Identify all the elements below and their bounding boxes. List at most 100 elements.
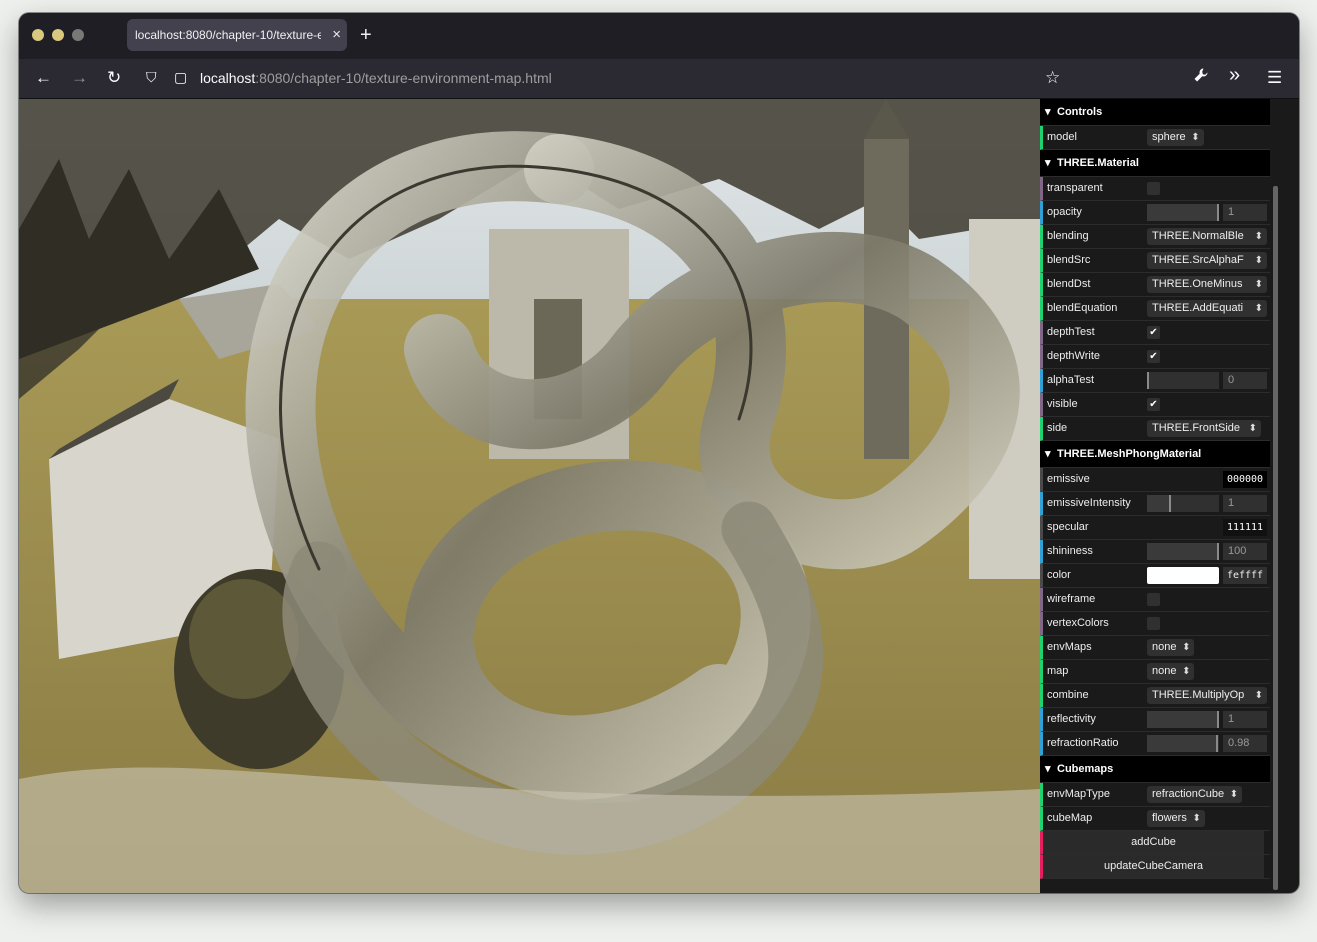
visible-checkbox[interactable]: ✔ [1147,398,1160,411]
forward-arrow-icon[interactable]: → [71,67,88,89]
combine-select[interactable]: THREE.MultiplyOp [1147,687,1267,704]
vertexcolors-label: vertexColors [1047,617,1109,629]
cubemap-label: cubeMap [1047,812,1093,824]
emissiveintensity-input[interactable]: 1 [1223,495,1267,512]
new-tab-button[interactable]: + [360,23,372,47]
map-row: map none [1040,660,1270,684]
shininess-input[interactable]: 100 [1223,543,1267,560]
emissive-row: emissive 000000 [1040,468,1270,492]
transparent-checkbox[interactable] [1147,182,1160,195]
reload-icon[interactable]: ↻ [107,67,121,89]
visible-row: visible ✔ [1040,393,1270,417]
side-select[interactable]: THREE.FrontSide [1147,420,1261,437]
vertexcolors-row: vertexColors [1040,612,1270,636]
url-text[interactable]: localhost:8080/chapter-10/texture-enviro… [200,70,552,86]
map-label: map [1047,665,1069,677]
model-select[interactable]: sphere [1147,129,1204,146]
slider-fill [1147,735,1218,752]
depthtest-checkbox[interactable]: ✔ [1147,326,1160,339]
back-arrow-icon[interactable]: ← [35,67,52,89]
envmaptype-select[interactable]: refractionCube [1147,786,1243,803]
controls-scrollbar[interactable] [1270,99,1299,893]
cubemap-select[interactable]: flowers [1147,810,1205,827]
color-row: color feffff [1040,564,1270,588]
emissiveintensity-label: emissiveIntensity [1047,497,1131,509]
model-label: model [1047,131,1077,143]
specular-label: specular [1047,521,1089,533]
page-content: Controls model sphere THREE.Material tra… [19,99,1299,893]
specular-row: specular 111111 [1040,516,1270,540]
shininess-row: shininess 100 [1040,540,1270,564]
zoom-window-button[interactable] [72,29,84,41]
overflow-menu-icon[interactable]: » [1229,64,1240,86]
tab-strip: localhost:8080/chapter-10/texture-enviro… [19,13,1299,59]
visible-label: visible [1047,398,1078,410]
add-cube-button[interactable]: addCube [1043,831,1264,854]
shininess-label: shininess [1047,545,1093,557]
addcube-row: addCube [1040,831,1270,855]
cubemaps-folder-title[interactable]: Cubemaps [1040,756,1270,783]
blending-row: blending THREE.NormalBle [1040,225,1270,249]
specular-color-input[interactable]: 111111 [1223,519,1267,536]
slider-fill [1147,711,1219,728]
reflectivity-input[interactable]: 1 [1223,711,1267,728]
reflectivity-slider[interactable] [1147,711,1219,728]
map-select[interactable]: none [1147,663,1195,680]
opacity-input[interactable]: 1 [1223,204,1267,221]
alphatest-input[interactable]: 0 [1223,372,1267,389]
material-folder-title[interactable]: THREE.Material [1040,150,1270,177]
alphatest-row: alphaTest 0 [1040,369,1270,393]
tab-close-icon[interactable]: × [332,19,341,51]
blending-select[interactable]: THREE.NormalBle [1147,228,1267,245]
close-window-button[interactable] [32,29,44,41]
browser-window: localhost:8080/chapter-10/texture-enviro… [19,13,1299,893]
depthwrite-checkbox[interactable]: ✔ [1147,350,1160,363]
shininess-slider[interactable] [1147,543,1219,560]
tab-active[interactable]: localhost:8080/chapter-10/texture-enviro… [127,19,347,51]
opacity-slider[interactable] [1147,204,1219,221]
envmaps-select[interactable]: none [1147,639,1195,656]
blendsrc-row: blendSrc THREE.SrcAlphaF [1040,249,1270,273]
side-label: side [1047,422,1068,434]
update-cube-camera-button[interactable]: updateCubeCamera [1043,855,1264,878]
transparent-label: transparent [1047,182,1103,194]
depthtest-label: depthTest [1047,326,1095,338]
3d-render-canvas[interactable] [19,99,1040,893]
scrollbar-thumb[interactable] [1273,186,1278,890]
slider-fill [1147,372,1149,389]
updatecubecamera-row: updateCubeCamera [1040,855,1270,879]
color-swatch[interactable] [1147,567,1219,584]
color-hex-input[interactable]: feffff [1223,567,1267,584]
shield-icon[interactable]: ⛉ [146,69,157,86]
navigation-toolbar: ← → ↻ ⛉ ▢ localhost:8080/chapter-10/text… [19,59,1299,99]
hamburger-menu-icon[interactable]: ☰ [1267,67,1282,89]
vertexcolors-checkbox[interactable] [1147,617,1160,630]
blenddst-label: blendDst [1047,278,1091,290]
wireframe-checkbox[interactable] [1147,593,1160,606]
phong-folder-title[interactable]: THREE.MeshPhongMaterial [1040,441,1270,468]
refractionratio-input[interactable]: 0.98 [1223,735,1267,752]
url-bar[interactable]: ⛉ ▢ localhost:8080/chapter-10/texture-en… [134,63,1064,93]
controls-folder-title[interactable]: Controls [1040,99,1270,126]
blendsrc-select[interactable]: THREE.SrcAlphaF [1147,252,1267,269]
slider-fill [1147,204,1219,221]
wireframe-row: wireframe [1040,588,1270,612]
depthtest-row: depthTest ✔ [1040,321,1270,345]
refractionratio-slider[interactable] [1147,735,1219,752]
minimize-window-button[interactable] [52,29,64,41]
wrench-icon[interactable] [1193,67,1209,90]
emissive-color-input[interactable]: 000000 [1223,471,1267,488]
alphatest-slider[interactable] [1147,372,1219,389]
emissiveintensity-slider[interactable] [1147,495,1219,512]
bookmark-star-icon[interactable]: ☆ [1045,67,1060,89]
wireframe-label: wireframe [1047,593,1096,605]
slider-fill [1147,495,1171,512]
combine-row: combine THREE.MultiplyOp [1040,684,1270,708]
blenddst-select[interactable]: THREE.OneMinus [1147,276,1267,293]
reflectivity-label: reflectivity [1047,713,1096,725]
page-icon[interactable]: ▢ [174,69,187,86]
blendequation-select[interactable]: THREE.AddEquati [1147,300,1267,317]
emissive-label: emissive [1047,473,1090,485]
blendequation-row: blendEquation THREE.AddEquati [1040,297,1270,321]
side-row: side THREE.FrontSide [1040,417,1270,441]
